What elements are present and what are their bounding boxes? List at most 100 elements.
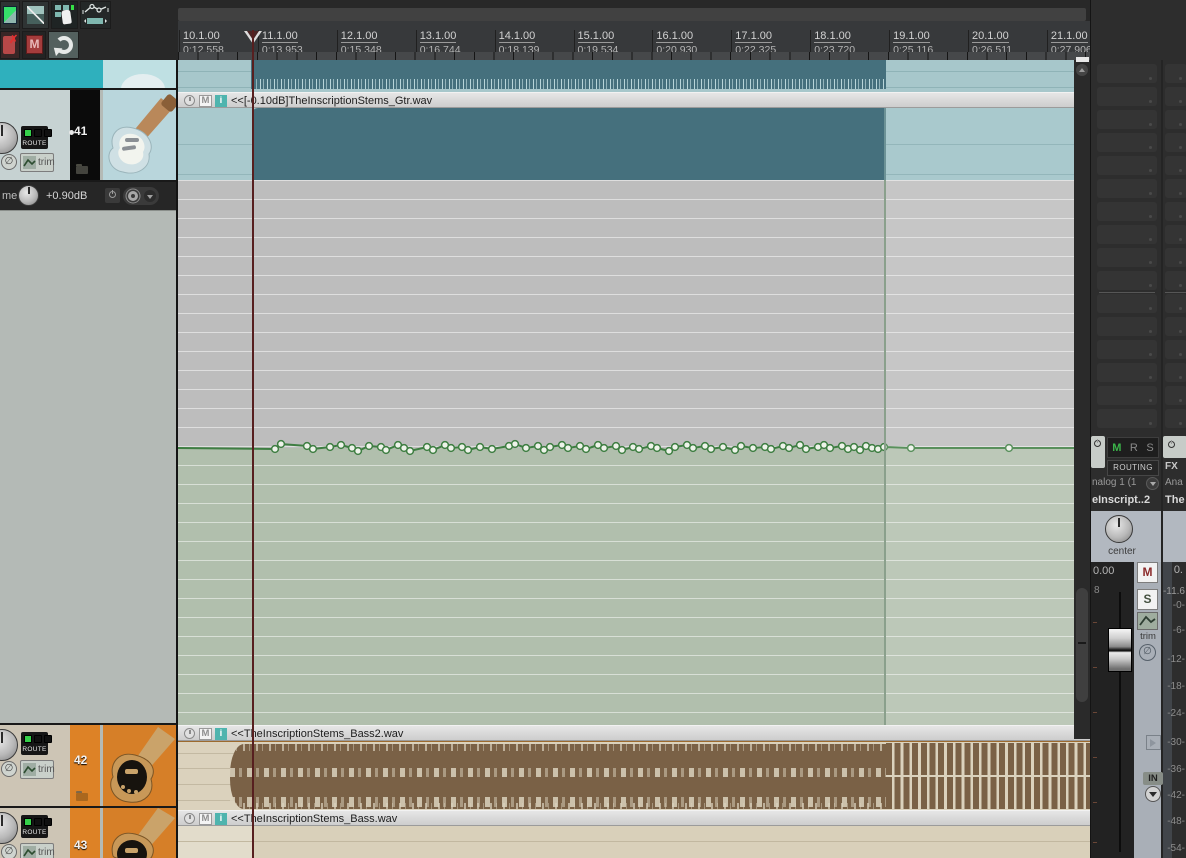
track41-phase-button[interactable]: ∅ <box>1 154 17 170</box>
input-selector[interactable]: nalog 1 (1 <box>1092 477 1136 488</box>
folder-icon[interactable] <box>76 791 88 801</box>
mixer-track-name-2[interactable]: The <box>1165 494 1185 506</box>
fx-slot[interactable] <box>1097 179 1157 198</box>
volume-readout[interactable]: 0.00 <box>1093 565 1114 577</box>
envelope-point[interactable] <box>446 443 456 453</box>
track43-color-strip[interactable]: 43 <box>70 808 100 858</box>
envelope-point[interactable] <box>405 446 415 456</box>
fx-slot[interactable] <box>1165 110 1186 129</box>
fx-slot[interactable] <box>1165 386 1186 405</box>
chevron-down-icon[interactable] <box>144 190 156 202</box>
fx-slot[interactable] <box>1097 64 1157 83</box>
fx-slot[interactable] <box>1165 156 1186 175</box>
envelope-point[interactable] <box>308 444 318 454</box>
tcp-arrange-divider[interactable] <box>176 60 178 858</box>
fx-slot[interactable] <box>1097 110 1157 129</box>
fx-slot[interactable] <box>1165 64 1186 83</box>
envelope-point[interactable] <box>670 442 680 452</box>
envelope-point[interactable] <box>270 444 280 454</box>
mixer-phase-button[interactable]: ∅ <box>1139 644 1156 661</box>
envelope-active-button[interactable] <box>105 188 120 203</box>
item-info-button[interactable]: i <box>215 728 227 740</box>
track42-volume-knob[interactable] <box>0 729 18 761</box>
gtr-waveform-dense[interactable] <box>252 108 886 180</box>
item-info-button[interactable]: i <box>215 95 227 107</box>
fx-slot[interactable] <box>1165 202 1186 221</box>
folder-icon[interactable] <box>76 164 88 174</box>
gear-icon[interactable] <box>128 191 138 201</box>
item-mute-button[interactable]: M <box>199 728 212 740</box>
track42-color-strip[interactable]: 42 <box>70 725 100 806</box>
envelope-point[interactable] <box>563 443 573 453</box>
envelope-point[interactable] <box>766 444 776 454</box>
fx-slot[interactable] <box>1097 156 1157 175</box>
fx-slot[interactable] <box>1165 317 1186 336</box>
fx-slot[interactable] <box>1097 363 1157 382</box>
grouping-disabled-icon[interactable] <box>22 1 49 29</box>
item-info-button[interactable]: i <box>215 813 227 825</box>
envelope-point[interactable] <box>353 446 363 456</box>
fx-slot[interactable] <box>1165 363 1186 382</box>
track42-phase-button[interactable]: ∅ <box>1 761 17 777</box>
track42-panel[interactable]: ROUTE ∅ trim <box>0 725 70 806</box>
track42-route-button[interactable]: ROUTE <box>21 732 52 755</box>
item-mute-button[interactable]: M <box>199 95 212 107</box>
item-properties-icon[interactable] <box>184 813 195 824</box>
fx-slot[interactable] <box>1097 87 1157 106</box>
fx-slot[interactable] <box>1097 271 1157 290</box>
envelope-point[interactable] <box>276 439 286 449</box>
track43-route-button[interactable]: ROUTE <box>21 815 52 838</box>
envelope-point[interactable] <box>748 443 758 453</box>
envelope-point[interactable] <box>463 445 473 455</box>
routing-button[interactable]: ROUTING <box>1107 460 1159 476</box>
fx-slot[interactable] <box>1097 225 1157 244</box>
track43-trim-envelope-button[interactable]: trim <box>20 843 55 858</box>
vertical-scrollbar[interactable] <box>1074 57 1090 739</box>
item-mute-button[interactable]: M <box>199 813 212 825</box>
item-properties-icon[interactable] <box>184 728 195 739</box>
envelope-point[interactable] <box>736 441 746 451</box>
envelope-point[interactable] <box>801 444 811 454</box>
volume-fader-handle[interactable] <box>1108 628 1132 672</box>
track41-color-strip[interactable]: 41 <box>69 90 100 180</box>
envelope-point[interactable] <box>325 442 335 452</box>
input-selector-2[interactable]: Ana <box>1165 477 1183 488</box>
mixer-track-name[interactable]: eInscript..2 <box>1092 494 1150 506</box>
fx-slot[interactable] <box>1165 271 1186 290</box>
pan-knob[interactable] <box>1105 515 1133 543</box>
envelope-point[interactable] <box>364 441 374 451</box>
fx-power-button-2[interactable] <box>1163 436 1186 458</box>
track41-panel[interactable]: ROUTE ∅ trim <box>0 90 70 180</box>
fx-slot[interactable] <box>1165 133 1186 152</box>
mixer-trim-envelope-button[interactable] <box>1137 612 1158 630</box>
input-dropdown-icon[interactable] <box>1146 477 1159 490</box>
fx-button[interactable]: FX <box>1165 461 1178 472</box>
fx-slot[interactable] <box>1165 340 1186 359</box>
track40-panel-sliver[interactable] <box>0 60 103 88</box>
volume-envelope-row[interactable]: me +0.90dB <box>0 182 178 210</box>
input-monitor-button[interactable]: IN <box>1143 772 1163 785</box>
envelope-point[interactable] <box>545 442 555 452</box>
track43-volume-knob[interactable] <box>0 812 18 844</box>
envelope-settings-group[interactable] <box>123 187 159 205</box>
fx-slot[interactable] <box>1165 179 1186 198</box>
envelope-point[interactable] <box>784 443 794 453</box>
envelope-point[interactable] <box>718 442 728 452</box>
mixer-strip-mute-button[interactable]: M <box>1137 562 1158 583</box>
edit-cursor-line[interactable] <box>252 30 254 858</box>
mixer-record-button[interactable]: R <box>1130 442 1138 454</box>
track43-phase-button[interactable]: ∅ <box>1 844 17 858</box>
fx-power-button[interactable] <box>1091 436 1105 468</box>
item-properties-icon[interactable] <box>184 95 195 106</box>
envelope-point[interactable] <box>336 440 346 450</box>
mixer-mute-button[interactable]: M <box>1112 442 1121 454</box>
input-monitor-dropdown-icon[interactable] <box>1145 786 1161 802</box>
envelope-point[interactable] <box>706 444 716 454</box>
fx-slot[interactable] <box>1097 248 1157 267</box>
track41-route-button[interactable]: ROUTE <box>21 126 52 149</box>
track41-trim-envelope-button[interactable]: trim <box>20 153 55 172</box>
fx-slot[interactable] <box>1165 248 1186 267</box>
scrollbar-thumb[interactable] <box>1076 588 1088 702</box>
media-item-icon[interactable] <box>0 1 20 29</box>
fx-slot[interactable] <box>1097 386 1157 405</box>
